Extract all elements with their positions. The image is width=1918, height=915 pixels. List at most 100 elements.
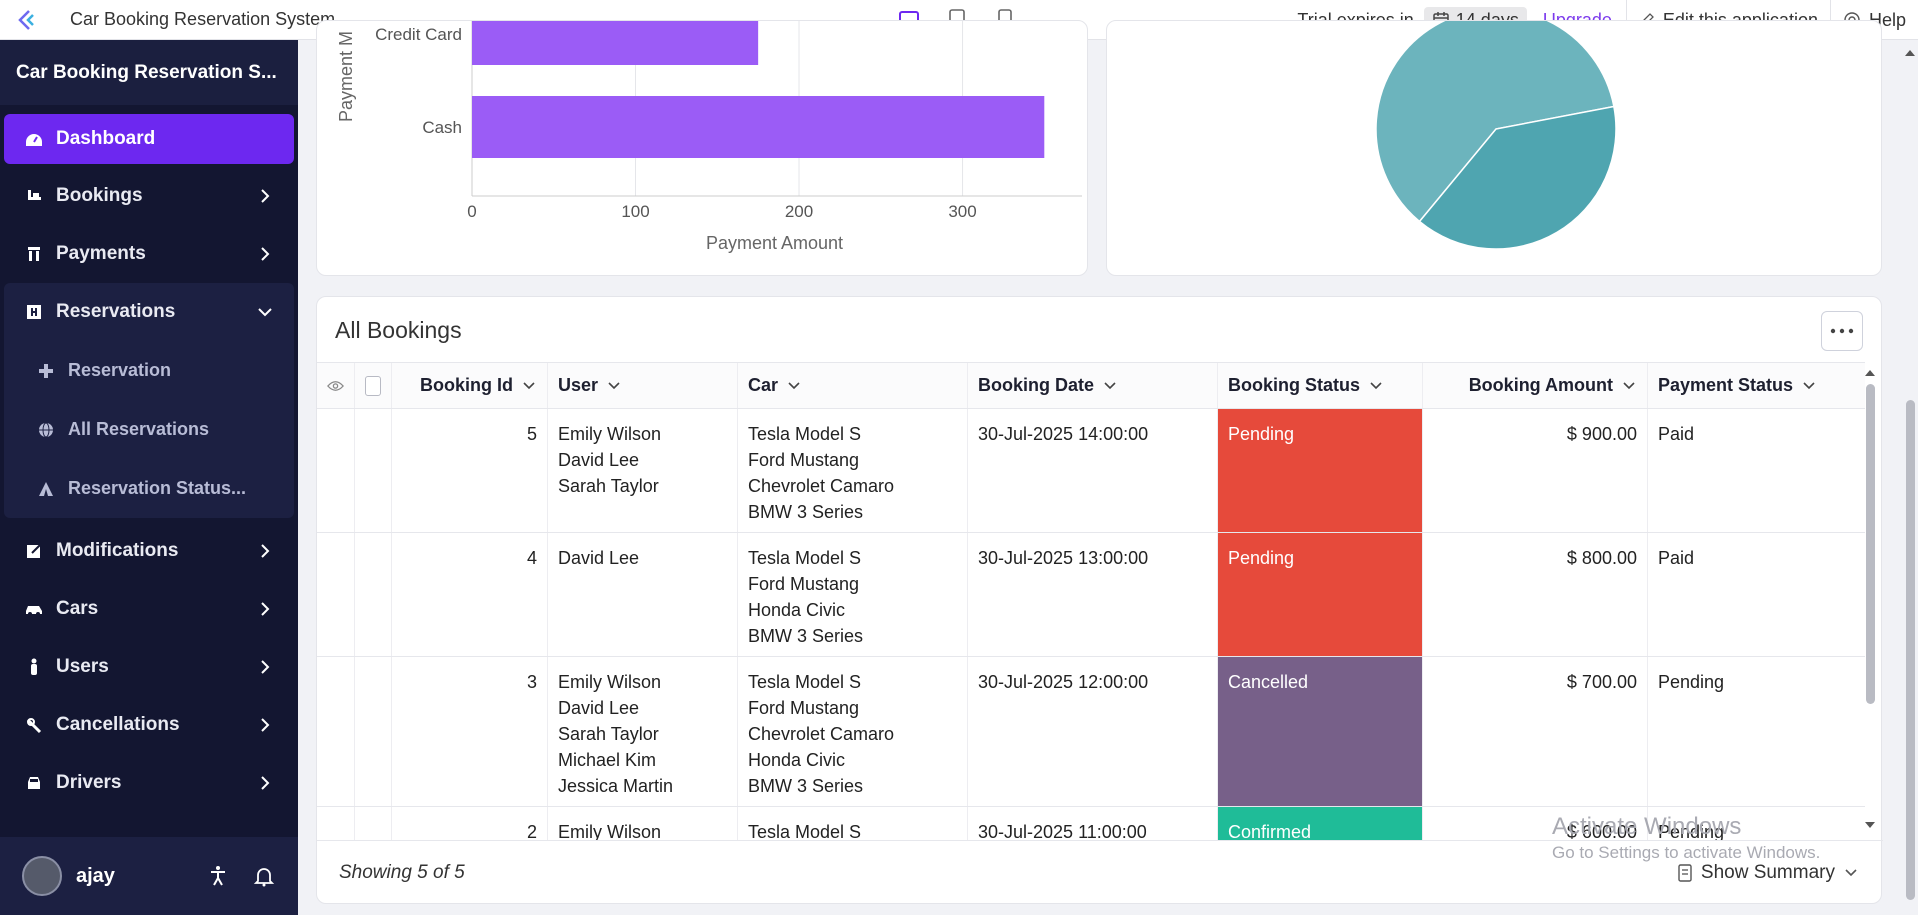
table-scrollbar[interactable]	[1863, 364, 1877, 834]
column-booking-id[interactable]: Booking Id	[392, 363, 548, 408]
car-cell: Tesla Model S Ford Mustang Chevrolet Camar…	[738, 657, 968, 806]
sidebar-item-label: Bookings	[56, 185, 143, 206]
show-summary-button[interactable]: Show Summary	[1677, 862, 1859, 884]
table-scrollbar-thumb[interactable]	[1866, 384, 1875, 704]
chevron-down-icon	[523, 381, 535, 389]
sidebar-item-cars[interactable]: Cars	[0, 580, 298, 638]
ellipsis-icon	[1830, 328, 1854, 334]
chevron-right-icon	[261, 776, 270, 790]
sidebar-item-label: Dashboard	[56, 128, 156, 149]
more-options-button[interactable]	[1821, 311, 1863, 351]
x-tick-label: 0	[467, 202, 476, 221]
scroll-down-icon	[1865, 822, 1875, 828]
sidebar-item-modifications[interactable]: Modifications	[0, 522, 298, 580]
scroll-up-icon	[1905, 50, 1915, 56]
payment-status-cell: Paid	[1658, 548, 1695, 568]
select-all-column[interactable]	[355, 363, 392, 408]
booking-status-cell: Pending	[1218, 409, 1423, 532]
column-car[interactable]: Car	[738, 363, 968, 408]
sidebar-item-bookings[interactable]: Bookings	[0, 167, 298, 225]
booking-id-cell: 2	[392, 807, 548, 840]
x-axis-label: Payment Amount	[706, 233, 843, 253]
chevron-right-icon	[261, 602, 270, 616]
column-label: Booking Id	[420, 375, 513, 395]
column-payment-status[interactable]: Payment Status	[1648, 363, 1865, 408]
payment-icon	[24, 244, 44, 264]
app-title: Car Booking Reservation System	[70, 9, 336, 29]
sidebar-item-reservations[interactable]: Reservations	[4, 283, 294, 341]
sidebar-item-drivers[interactable]: Drivers	[0, 754, 298, 812]
table-body: 5 Emily Wilson David Lee Sarah Taylor Tesla …	[317, 409, 1865, 840]
bookings-table: Booking Id User Car Booking Date Booking…	[317, 362, 1865, 840]
booking-amount-cell: $ 800.00	[1423, 533, 1648, 656]
row-select-cell	[355, 807, 392, 840]
booking-id-cell: 3	[392, 657, 548, 806]
sidebar-footer: ajay	[0, 837, 298, 915]
booking-id-cell: 5	[392, 409, 548, 532]
sidebar-title: Car Booking Reservation S...	[0, 40, 298, 105]
booking-date-cell: 30-Jul-2025 12:00:00	[968, 657, 1218, 806]
booking-status-cell: Pending	[1218, 533, 1423, 656]
bell-icon[interactable]	[252, 864, 276, 888]
sidebar-item-label: Cars	[56, 598, 99, 619]
column-label: Payment Status	[1658, 375, 1794, 395]
booking-date-cell: 30-Jul-2025 13:00:00	[968, 533, 1218, 656]
reservations-group: Reservations Reservation All Reservation…	[4, 283, 294, 518]
sidebar-item-users[interactable]: Users	[0, 638, 298, 696]
visibility-column[interactable]	[317, 363, 355, 408]
chevron-down-icon	[788, 381, 800, 389]
sidebar-item-cancellations[interactable]: Cancellations	[0, 696, 298, 754]
car-icon	[24, 599, 44, 619]
user-name: ajay	[76, 864, 115, 887]
sidebar-item-reservation-status[interactable]: Reservation Status...	[4, 459, 294, 518]
pie-chart-card	[1106, 8, 1882, 276]
car-cell: Tesla Model S Ford Mustang Honda Civic BMW …	[738, 533, 968, 656]
avatar[interactable]	[22, 856, 62, 896]
driver-car-icon	[24, 773, 44, 793]
row-select-cell	[355, 533, 392, 656]
column-label: Booking Date	[978, 375, 1095, 395]
sidebar-item-all-reservations[interactable]: All Reservations	[4, 400, 294, 459]
user-cell: Emily Wilson David Lee Sarah Taylor	[548, 409, 738, 532]
sidebar-item-reservation[interactable]: Reservation	[4, 341, 294, 400]
x-tick-label: 200	[785, 202, 813, 221]
bookings-title: All Bookings	[335, 317, 462, 343]
table-row[interactable]: 3 Emily Wilson David Lee Sarah Taylor Michae…	[317, 657, 1865, 807]
column-booking-amount[interactable]: Booking Amount	[1423, 363, 1648, 408]
payment-status-cell: Paid	[1658, 424, 1695, 444]
app-logo-icon[interactable]	[14, 6, 42, 34]
column-booking-date[interactable]: Booking Date	[968, 363, 1218, 408]
chevron-down-icon	[258, 308, 272, 317]
booking-amount-cell: $ 900.00	[1423, 409, 1648, 532]
select-all-checkbox[interactable]	[365, 375, 381, 396]
column-label: Booking Amount	[1468, 375, 1613, 395]
table-row[interactable]: 5 Emily Wilson David Lee Sarah Taylor Tesla …	[317, 409, 1865, 533]
hotel-icon	[24, 302, 44, 322]
column-label: Car	[748, 375, 779, 395]
page-scrollbar-thumb[interactable]	[1906, 400, 1915, 900]
row-select-cell	[355, 657, 392, 806]
accessibility-icon[interactable]	[206, 864, 230, 888]
eye-icon	[327, 380, 344, 391]
y-axis-label: Payment M	[336, 31, 356, 122]
booking-amount-cell: $ 700.00	[1423, 657, 1648, 806]
page-scrollbar[interactable]	[1902, 40, 1918, 915]
bar[interactable]	[472, 3, 759, 65]
user-cell: Emily Wilson David Lee Sarah Taylor Michael…	[548, 657, 738, 806]
bar[interactable]	[472, 96, 1045, 158]
chevron-down-icon	[1104, 381, 1116, 389]
table-row[interactable]: 4 David Lee Tesla Model S Ford Mustang Honda…	[317, 533, 1865, 657]
person-icon	[24, 657, 44, 677]
y-tick-label: Cash	[422, 118, 462, 137]
row-visibility-cell	[317, 807, 355, 840]
sidebar-item-label: All Reservations	[68, 419, 210, 439]
sidebar-item-payments[interactable]: Payments	[0, 225, 298, 283]
column-booking-status[interactable]: Booking Status	[1218, 363, 1423, 408]
payment-bar-chart-card: 0 100 200 300 Credit Card Cash Payment Amount P…	[316, 3, 1088, 276]
sidebar-item-label: Reservation Status...	[68, 478, 247, 498]
column-user[interactable]: User	[548, 363, 738, 408]
sidebar-item-dashboard[interactable]: Dashboard	[4, 114, 294, 164]
windows-activation-watermark: Activate Windows Go to Settings to activ…	[1552, 812, 1820, 864]
scroll-up-icon	[1865, 370, 1875, 376]
sidebar-item-label: Users	[56, 656, 109, 677]
